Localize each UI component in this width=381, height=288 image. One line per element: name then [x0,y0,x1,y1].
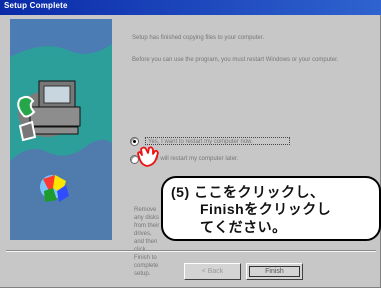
restart-instructions-text: Before you can use the program, you must… [132,57,339,63]
pointer-hand-icon [137,146,159,167]
restart-now-label[interactable]: Yes, I want to restart my computer now. [145,137,290,145]
instruction-callout: (5) ここをクリックし、 Finishをクリックし てください。 [161,176,381,241]
back-button[interactable]: < Back [184,263,241,280]
window-title: Setup Complete [4,1,68,10]
callout-line-3: てください。 [200,219,287,235]
callout-line-2: Finishをクリックし [200,201,332,217]
button-divider [6,250,376,252]
remove-disks-note: Remove any disks from their drives, and … [134,207,160,277]
computer-illustration [10,19,112,240]
setup-complete-window: Setup Complete Setup has finished copyin… [0,0,381,288]
finish-button[interactable]: Finish [246,263,303,280]
title-bar[interactable]: Setup Complete [0,0,381,15]
setup-illustration [10,19,112,240]
setup-finished-text: Setup has finished copying files to your… [132,35,265,41]
